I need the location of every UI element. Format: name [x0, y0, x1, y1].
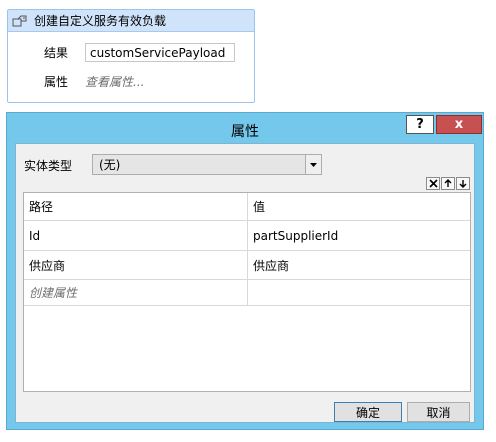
chevron-down-icon[interactable]: [305, 155, 321, 174]
properties-grid: 路径 值 Id partSupplierId 供应商 供应商 创建属性: [23, 192, 471, 392]
path-cell[interactable]: 供应商: [24, 251, 248, 279]
close-button[interactable]: x: [436, 115, 482, 134]
entity-type-value: (无): [99, 158, 121, 172]
value-cell[interactable]: 供应商: [248, 251, 470, 279]
properties-row: 属性 查看属性...: [8, 73, 144, 90]
create-property-row[interactable]: 创建属性: [24, 280, 470, 306]
create-value-cell[interactable]: [248, 280, 470, 305]
column-header-value[interactable]: 值: [248, 193, 470, 220]
help-button[interactable]: ?: [406, 115, 434, 134]
result-label: 结果: [43, 46, 68, 60]
grid-header-row: 路径 值: [24, 193, 470, 221]
table-row[interactable]: 供应商 供应商: [24, 251, 470, 280]
activity-header[interactable]: 创建自定义服务有效负载: [8, 10, 254, 32]
result-row: 结果: [8, 43, 235, 62]
column-header-path[interactable]: 路径: [24, 193, 248, 220]
properties-label: 属性: [43, 75, 68, 89]
dialog-body: 实体类型 (无) 路径 值 Id partSupplierId 供应商 供应商 …: [15, 143, 475, 423]
path-cell[interactable]: Id: [24, 221, 248, 250]
grid-toolbar: [425, 177, 470, 190]
service-payload-icon: [12, 14, 28, 28]
ok-button[interactable]: 确定: [334, 402, 402, 422]
activity-title: 创建自定义服务有效负载: [34, 14, 167, 28]
properties-dialog: 属性 ? x 实体类型 (无) 路径 值 Id partSupplierId 供…: [6, 112, 484, 430]
cancel-button[interactable]: 取消: [407, 402, 470, 422]
table-row[interactable]: Id partSupplierId: [24, 221, 470, 251]
value-cell[interactable]: partSupplierId: [248, 221, 470, 250]
move-down-icon[interactable]: [456, 177, 470, 190]
entity-type-select[interactable]: (无): [92, 154, 322, 175]
dialog-titlebar[interactable]: 属性 ? x: [7, 113, 483, 143]
move-up-icon[interactable]: [441, 177, 455, 190]
entity-type-label: 实体类型: [24, 159, 73, 173]
activity-card[interactable]: 创建自定义服务有效负载 结果 属性 查看属性...: [7, 9, 255, 103]
create-property-cell[interactable]: 创建属性: [24, 280, 248, 305]
view-properties-link[interactable]: 查看属性...: [85, 73, 144, 90]
delete-icon[interactable]: [426, 177, 440, 190]
result-input[interactable]: [85, 43, 235, 62]
